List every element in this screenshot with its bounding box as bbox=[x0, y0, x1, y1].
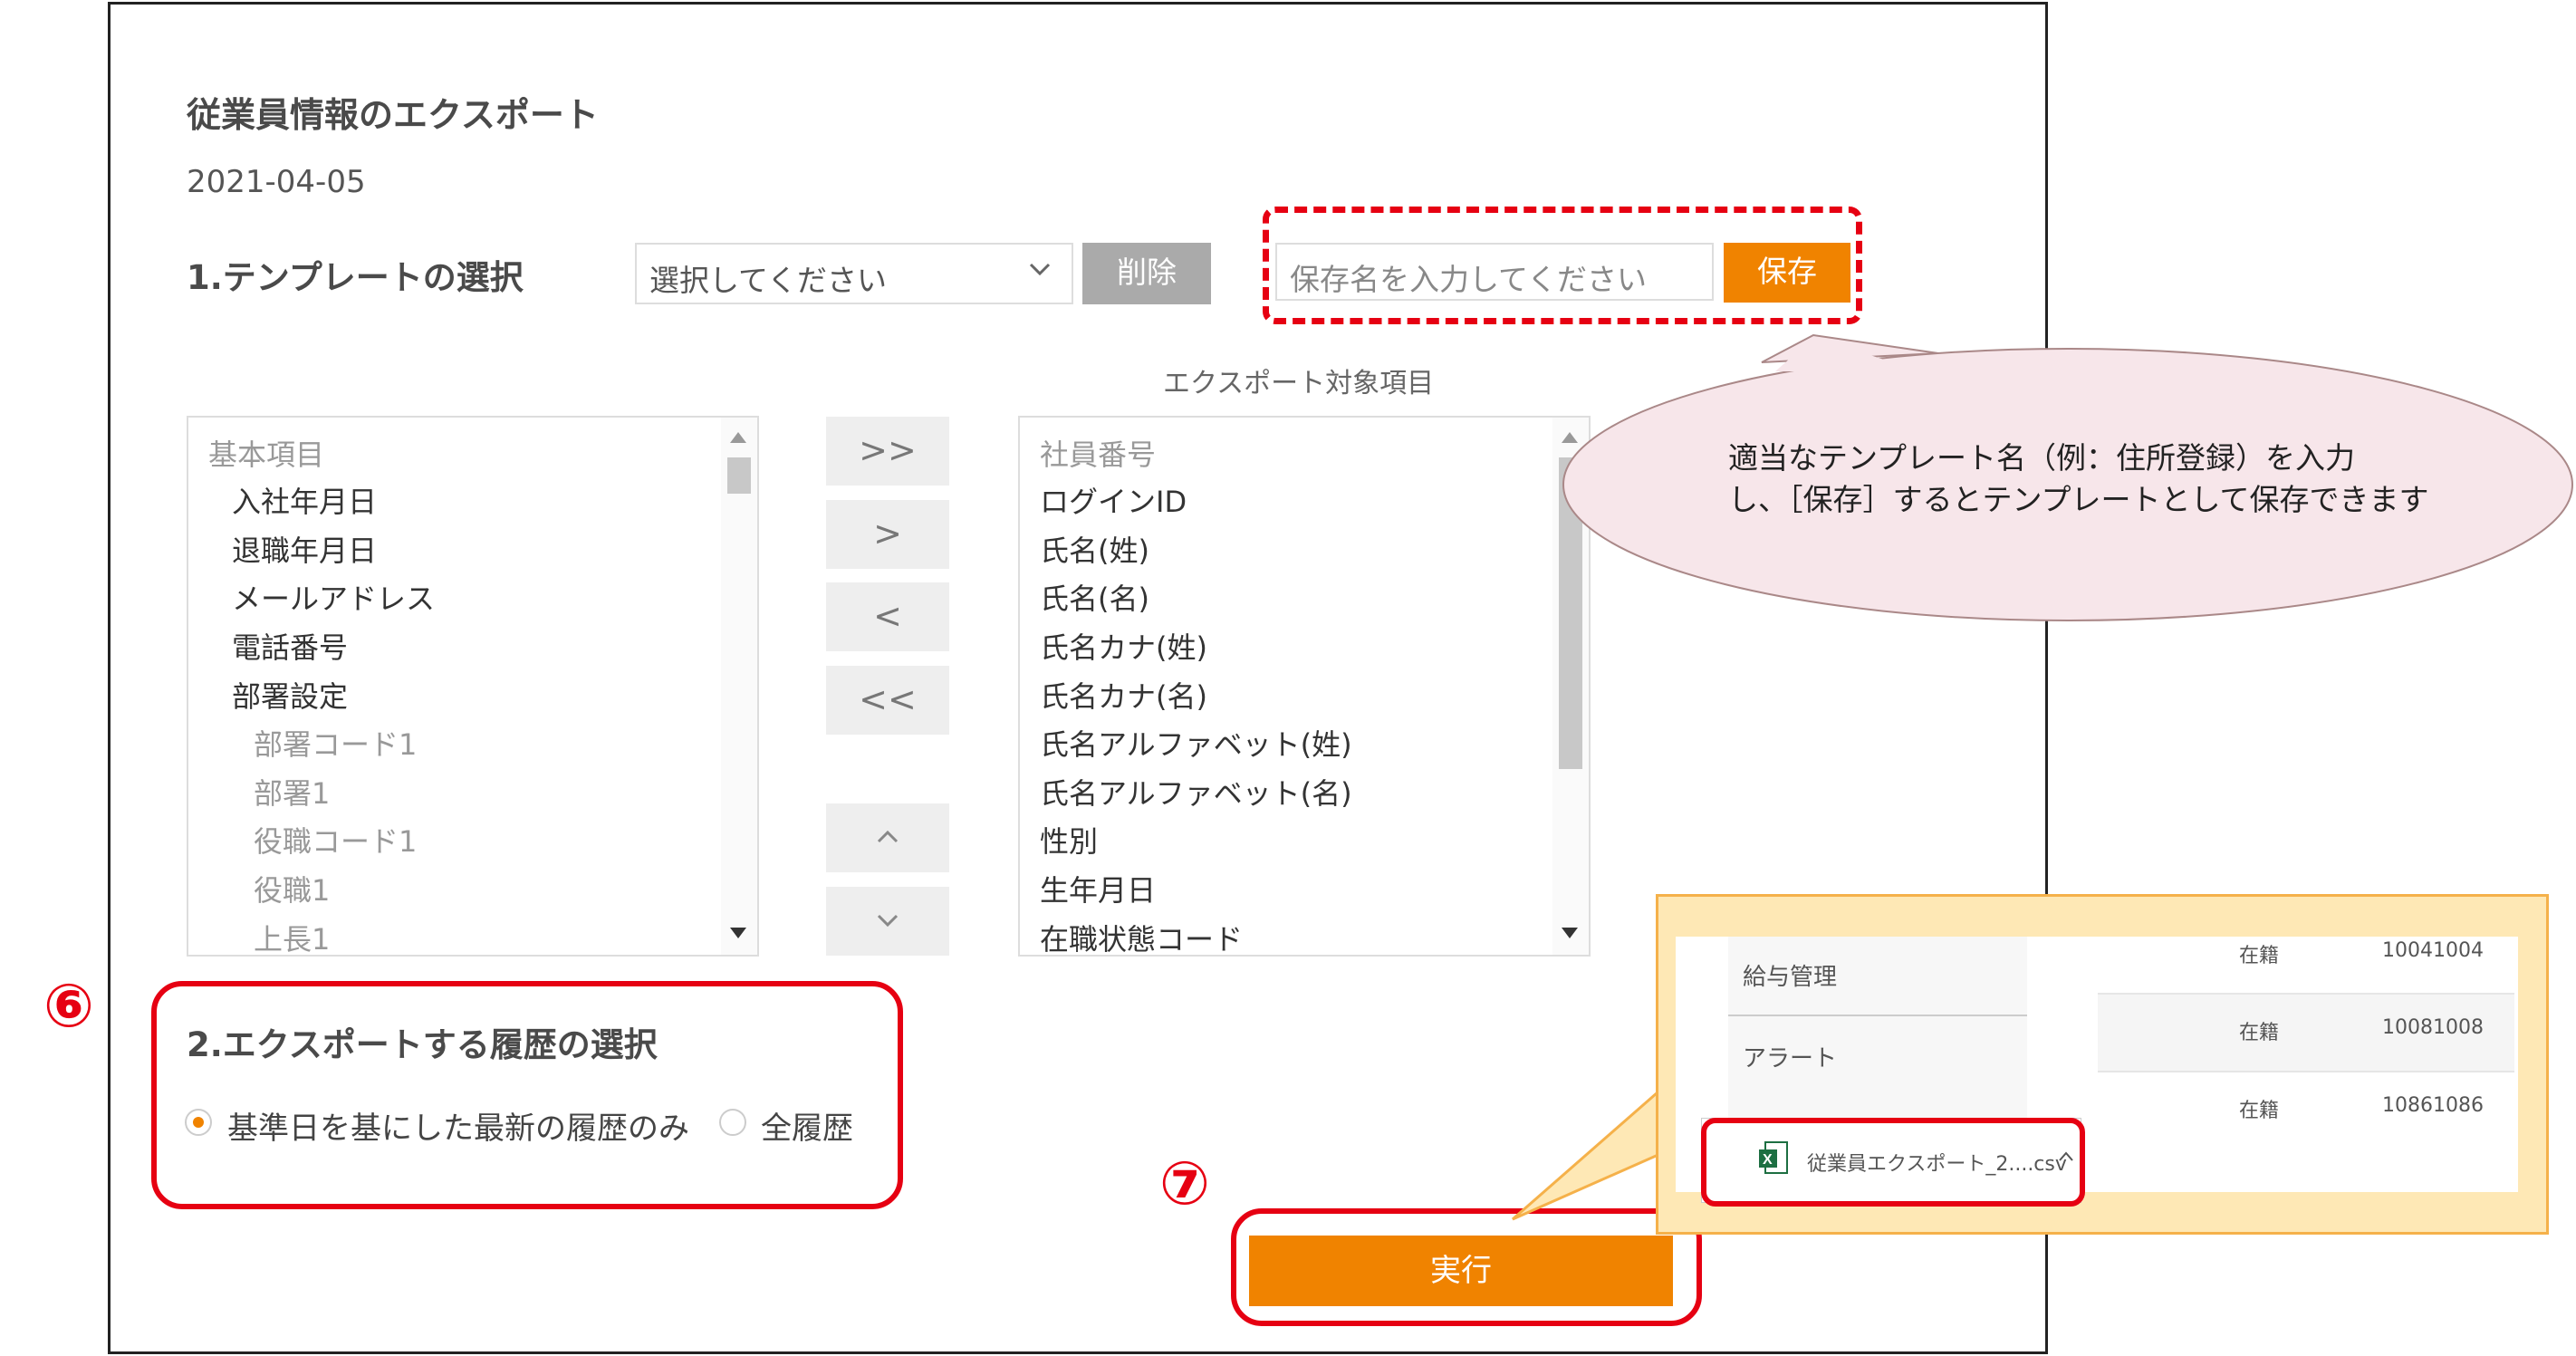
move-up-button[interactable] bbox=[826, 803, 949, 872]
divider bbox=[2098, 1071, 2514, 1072]
list-item[interactable]: 役職コード1 bbox=[254, 819, 417, 861]
add-all-button[interactable]: >> bbox=[826, 417, 949, 486]
list-item[interactable]: 入社年月日 bbox=[232, 479, 377, 521]
sidebar-item-alert[interactable]: アラート bbox=[1743, 1040, 1837, 1073]
list-item[interactable]: 上長1 bbox=[254, 917, 330, 955]
remove-button[interactable]: < bbox=[826, 582, 949, 651]
chevron-down-icon bbox=[877, 914, 899, 928]
callout-text-line1: 適当なテンプレート名（例：住所登録）を入力 bbox=[1728, 440, 2356, 476]
template-select-value: 選択してください bbox=[649, 263, 888, 298]
left-list-scrollbar[interactable] bbox=[721, 418, 757, 955]
radio-all-label[interactable]: 全履歴 bbox=[761, 1103, 853, 1148]
delete-button[interactable]: 削除 bbox=[1082, 243, 1211, 304]
list-item[interactable]: ログインID bbox=[1040, 479, 1187, 521]
list-item[interactable]: 退職年月日 bbox=[232, 528, 377, 570]
list-item[interactable]: 氏名(名) bbox=[1040, 576, 1149, 618]
table-cell-id: 10081008 bbox=[2382, 1016, 2484, 1039]
table-cell-status: 在籍 bbox=[2239, 945, 2280, 967]
divider bbox=[1728, 1015, 2027, 1016]
template-section-heading: 1.テンプレートの選択 bbox=[187, 258, 524, 297]
add-button[interactable]: > bbox=[826, 500, 949, 569]
list-item[interactable]: 在職状態コード bbox=[1040, 917, 1243, 955]
remove-all-button[interactable]: << bbox=[826, 666, 949, 735]
list-item[interactable]: 氏名アルファベット(姓) bbox=[1040, 722, 1352, 764]
chevron-down-icon bbox=[1026, 255, 1053, 290]
list-item[interactable]: メールアドレス bbox=[232, 576, 435, 618]
callout-text-line2: し、［保存］するとテンプレートとして保存できます bbox=[1728, 482, 2429, 517]
list-item[interactable]: 社員番号 bbox=[1040, 432, 1156, 474]
list-item[interactable]: 氏名アルファベット(名) bbox=[1040, 771, 1352, 813]
list-item[interactable]: 性別 bbox=[1040, 819, 1098, 861]
table-cell-status: 在籍 bbox=[2239, 1022, 2280, 1044]
table-cell-id: 10861086 bbox=[2382, 1094, 2484, 1117]
export-fields-list[interactable]: 社員番号 ログインID 氏名(姓) 氏名(名) 氏名カナ(姓) 氏名カナ(名) … bbox=[1018, 416, 1591, 957]
radio-latest-history[interactable] bbox=[185, 1109, 212, 1136]
template-select[interactable]: 選択してください bbox=[635, 243, 1073, 304]
scroll-down-icon[interactable] bbox=[730, 928, 746, 938]
list-item[interactable]: 生年月日 bbox=[1040, 868, 1156, 909]
history-section-heading: 2.エクスポートする履歴の選択 bbox=[187, 1025, 658, 1064]
list-item[interactable]: 氏名(姓) bbox=[1040, 528, 1149, 570]
table-cell-status: 在籍 bbox=[2239, 1100, 2280, 1122]
move-down-button[interactable] bbox=[826, 887, 949, 956]
chevron-up-icon bbox=[877, 830, 899, 843]
step-6-marker: ⑥ bbox=[43, 971, 94, 1041]
list-item[interactable]: 部署コード1 bbox=[254, 722, 417, 764]
step-7-marker: ⑦ bbox=[1159, 1149, 1210, 1218]
list-item[interactable]: 氏名カナ(名) bbox=[1040, 674, 1207, 716]
table-cell-id: 10041004 bbox=[2382, 939, 2484, 962]
list-item[interactable]: 氏名カナ(姓) bbox=[1040, 625, 1207, 667]
export-date: 2021-04-05 bbox=[187, 164, 366, 200]
sidebar-item-payroll[interactable]: 給与管理 bbox=[1743, 958, 1837, 992]
available-fields-list[interactable]: 基本項目 入社年月日 退職年月日 メールアドレス 電話番号 部署設定 部署コード… bbox=[187, 416, 759, 957]
list-item[interactable]: 基本項目 bbox=[208, 432, 324, 474]
download-annotation-highlight bbox=[1701, 1118, 2085, 1207]
list-item[interactable]: 部署1 bbox=[254, 771, 330, 813]
page-title: 従業員情報のエクスポート bbox=[187, 95, 599, 135]
scroll-thumb[interactable] bbox=[727, 457, 751, 494]
history-annotation-highlight bbox=[151, 981, 903, 1209]
execute-button[interactable]: 実行 bbox=[1249, 1236, 1673, 1306]
radio-selected-dot bbox=[193, 1117, 204, 1128]
export-list-title: エクスポート対象項目 bbox=[1163, 368, 1435, 399]
list-item[interactable]: 部署設定 bbox=[232, 674, 348, 716]
scroll-down-icon[interactable] bbox=[1562, 928, 1578, 938]
scroll-up-icon[interactable] bbox=[730, 432, 746, 443]
radio-all-history[interactable] bbox=[719, 1109, 746, 1136]
radio-latest-label[interactable]: 基準日を基にした最新の履歴のみ bbox=[227, 1103, 689, 1148]
list-item[interactable]: 役職1 bbox=[254, 868, 330, 909]
list-item[interactable]: 電話番号 bbox=[232, 625, 348, 667]
